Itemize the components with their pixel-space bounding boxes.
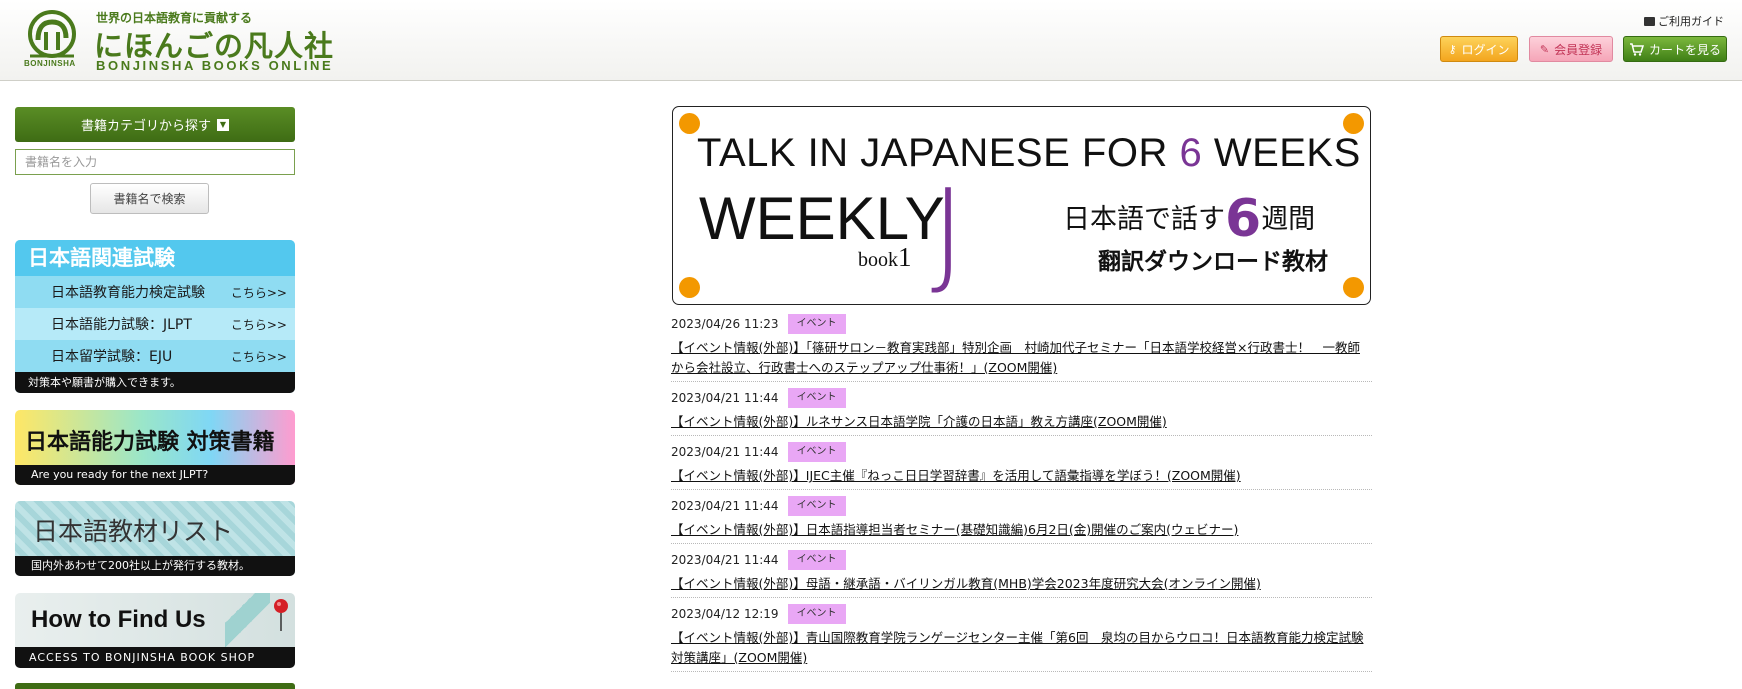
exam-link-eju[interactable]: 日本留学試験：EJU こちら>>: [15, 340, 295, 372]
hero-book-number: book1: [858, 242, 912, 273]
banner-decoration: [225, 593, 270, 648]
exam-panel-footer: 対策本や願書が購入できます。: [15, 372, 295, 393]
hero-letter-j: J: [931, 165, 966, 300]
news-tag: イベント: [787, 550, 846, 570]
news-tag: イベント: [787, 388, 846, 408]
logo-subtitle: BONJINSHA BOOKS ONLINE: [96, 58, 334, 73]
news-link[interactable]: 【イベント情報(外部)】母語・継承語・バイリンガル教育(MHB)学会2023年度…: [671, 574, 1372, 594]
guide-label: ご利用ガイド: [1658, 15, 1724, 28]
map-pin-icon: [274, 599, 288, 631]
login-label: ログイン: [1461, 42, 1510, 57]
cart-label: カートを見る: [1648, 42, 1721, 57]
register-label: 会員登録: [1554, 42, 1603, 57]
news-date: 2023/04/26 11:23: [671, 317, 779, 331]
news-link[interactable]: 【イベント情報(外部)】日本語指導担当者セミナー(基礎知識編)6月2日(金)開催…: [671, 520, 1372, 540]
corner-dot: [679, 277, 700, 298]
category-browse-label: 書籍カテゴリから探す: [80, 119, 211, 134]
news-date: 2023/04/12 12:19: [671, 607, 779, 621]
logo-mark-icon: [28, 10, 76, 58]
banner-footer: Are you ready for the next JLPT?: [15, 465, 295, 485]
hero-jp-subtitle: 翻訳ダウンロード教材: [1098, 249, 1328, 275]
material-list-banner[interactable]: 日本語教材リスト 国内外あわせて200社以上が発行する教材。: [15, 501, 295, 576]
find-us-banner[interactable]: How to Find Us ACCESS TO BONJINSHA BOOK …: [15, 593, 295, 668]
next-banner-edge: [15, 683, 295, 689]
key-icon: ⚷: [1448, 42, 1457, 56]
book-search-input[interactable]: [15, 149, 295, 175]
edit-icon: ✎: [1539, 42, 1550, 56]
banner-title: How to Find Us: [31, 606, 206, 633]
news-item: 2023/04/26 11:23 イベント 【イベント情報(外部)】「篠研サロン－…: [671, 314, 1372, 382]
site-header: BONJINSHA 世界の日本語教育に貢献する にほんごの凡人社 BONJINS…: [0, 0, 1742, 81]
news-tag: イベント: [787, 496, 846, 516]
hero-headline: TALK IN JAPANESE FOR 6 WEEKS: [697, 131, 1361, 176]
exam-link-jlpt[interactable]: 日本語能力試験：JLPT こちら>>: [15, 308, 295, 340]
cart-icon: [1629, 42, 1644, 56]
exam-label: 日本留学試験：EJU: [51, 349, 173, 365]
chevron-down-icon: ▼: [217, 118, 229, 131]
banner-title: 日本語能力試験 対策書籍: [25, 430, 275, 455]
hero-jp-number: 6: [1225, 189, 1262, 249]
news-list: 2023/04/26 11:23 イベント 【イベント情報(外部)】「篠研サロン－…: [671, 314, 1372, 672]
exam-link-kentei[interactable]: 日本語教育能力検定試験 こちら>>: [15, 276, 295, 308]
book-search-label: 書籍名で検索: [113, 192, 186, 206]
exam-label: 日本語教育能力検定試験: [51, 285, 205, 301]
hero-headline-number: 6: [1179, 131, 1203, 175]
news-tag: イベント: [787, 604, 846, 624]
corner-dot: [1343, 277, 1364, 298]
news-link[interactable]: 【イベント情報(外部)】「篠研サロン－教育実践部」特別企画 村崎加代子セミナー「…: [671, 338, 1372, 378]
news-item: 2023/04/21 11:44 イベント 【イベント情報(外部)】IJEC主催『…: [671, 442, 1372, 490]
exam-panel: 日本語関連試験 日本語教育能力検定試験 こちら>> 日本語能力試験：JLPT こ…: [15, 240, 295, 393]
exam-more: こちら>>: [230, 349, 287, 364]
exam-label: 日本語能力試験：JLPT: [51, 317, 192, 333]
register-button[interactable]: ✎ 会員登録: [1529, 36, 1613, 62]
news-link[interactable]: 【イベント情報(外部)】IJEC主催『ねっこ日日学習辞書』を活用して語彙指導を学…: [671, 466, 1372, 486]
book-search-button[interactable]: 書籍名で検索: [90, 183, 209, 214]
news-date: 2023/04/21 11:44: [671, 445, 779, 459]
news-date: 2023/04/21 11:44: [671, 499, 779, 513]
hero-book-label: book: [858, 249, 898, 271]
news-link[interactable]: 【イベント情報(外部)】青山国際教育学院ランゲージセンター主催「第6回 泉均の目…: [671, 628, 1372, 668]
hero-jp-pre: 日本語で話す: [1063, 204, 1225, 235]
news-tag: イベント: [787, 314, 846, 334]
exam-more: こちら>>: [230, 285, 287, 300]
news-date: 2023/04/21 11:44: [671, 391, 779, 405]
login-button[interactable]: ⚷ ログイン: [1440, 36, 1518, 62]
logo-small-text: BONJINSHA: [24, 59, 76, 68]
jlpt-books-banner[interactable]: 日本語能力試験 対策書籍 Are you ready for the next …: [15, 410, 295, 485]
news-tag: イベント: [787, 442, 846, 462]
weekly-j-banner[interactable]: TALK IN JAPANESE FOR 6 WEEKS WEEKLY book…: [672, 106, 1371, 305]
news-item: 2023/04/21 11:44 イベント 【イベント情報(外部)】日本語指導担当…: [671, 496, 1372, 544]
category-browse-button[interactable]: 書籍カテゴリから探す ▼: [15, 107, 295, 142]
news-item: 2023/04/21 11:44 イベント 【イベント情報(外部)】母語・継承語・…: [671, 550, 1372, 598]
news-item: 2023/04/12 12:19 イベント 【イベント情報(外部)】青山国際教育学…: [671, 604, 1372, 672]
exam-more: こちら>>: [230, 317, 287, 332]
hero-book-num: 1: [898, 242, 912, 272]
hero-headline-post: WEEKS: [1202, 131, 1361, 175]
news-item: 2023/04/21 11:44 イベント 【イベント情報(外部)】ルネサンス日本…: [671, 388, 1372, 436]
hero-jp-headline: 日本語で話す6週間: [1063, 189, 1315, 249]
banner-footer: 国内外あわせて200社以上が発行する教材。: [15, 556, 295, 576]
book-icon: [1644, 16, 1655, 26]
banner-title: 日本語教材リスト: [33, 517, 234, 546]
exam-panel-title: 日本語関連試験: [15, 240, 295, 276]
guide-link[interactable]: ご利用ガイド: [1644, 13, 1724, 29]
news-date: 2023/04/21 11:44: [671, 553, 779, 567]
news-link[interactable]: 【イベント情報(外部)】ルネサンス日本語学院「介護の日本語」教え方講座(ZOOM…: [671, 412, 1372, 432]
hero-jp-post: 週間: [1261, 204, 1316, 235]
cart-button[interactable]: カートを見る: [1623, 36, 1727, 62]
banner-footer: ACCESS TO BONJINSHA BOOK SHOP: [15, 647, 295, 668]
